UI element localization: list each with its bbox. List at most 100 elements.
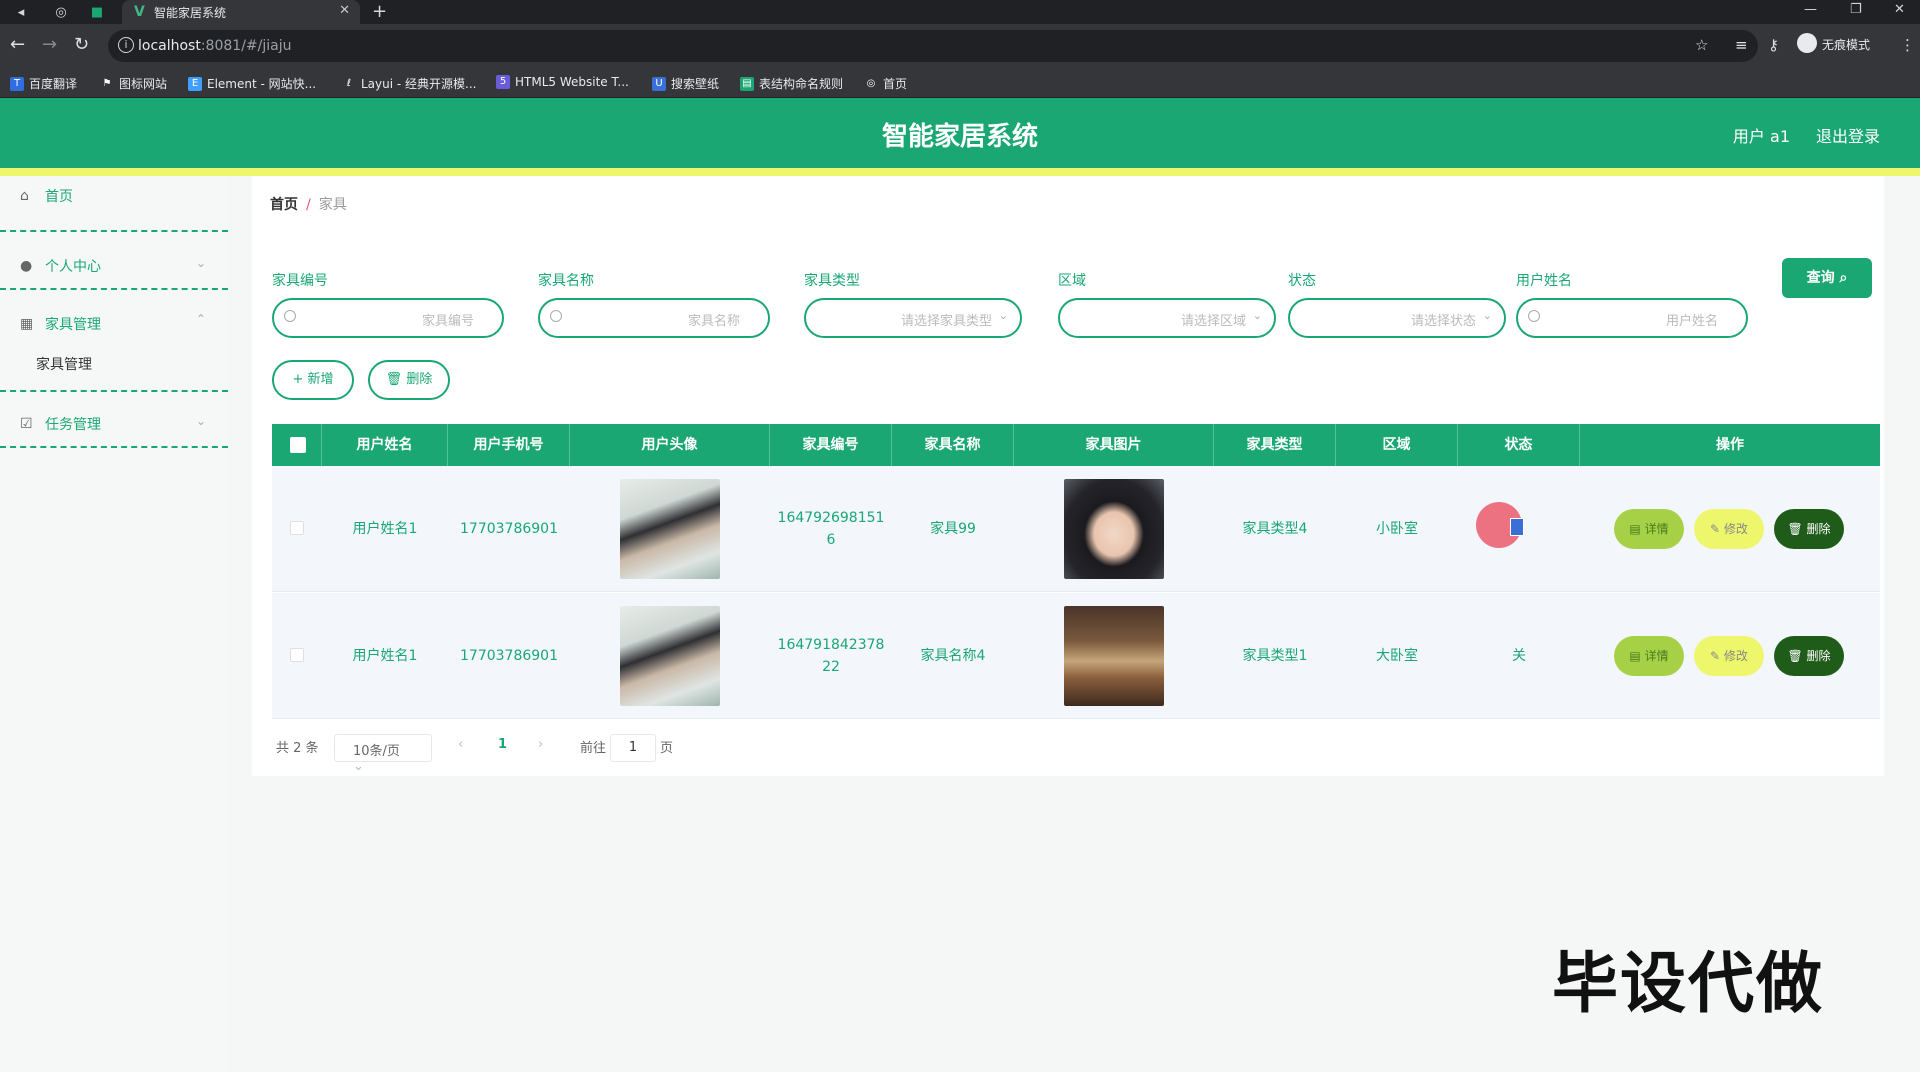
goto-page-input[interactable]: 1 xyxy=(610,734,656,762)
browser-tab-active[interactable]: V 智能家居系统 ✕ xyxy=(122,0,360,24)
vue-icon: V xyxy=(134,4,145,20)
sidebar-item-tasks[interactable]: ☑ 任务管理 ⌄ xyxy=(0,392,228,448)
app-title: 智能家居系统 xyxy=(881,122,1038,152)
row-checkbox[interactable] xyxy=(290,521,304,535)
table-header-cell: 区域 xyxy=(1336,424,1458,466)
bookmark-label: 百度翻译 xyxy=(29,77,78,91)
delete-button[interactable]: 🗑 删除 xyxy=(1774,636,1844,676)
bookmark-item[interactable]: ◎ 首页 xyxy=(864,75,907,92)
tab-title: 智能家居系统 xyxy=(154,6,227,20)
status-select[interactable]: 请选择状态 ⌄ xyxy=(1288,298,1506,338)
detail-button[interactable]: ▤ 详情 xyxy=(1614,509,1684,549)
sidebar-item-label: 任务管理 xyxy=(45,417,101,433)
delete-label: 删除 xyxy=(1806,649,1831,663)
bookmark-item[interactable]: E Element - 网站快... xyxy=(188,75,316,92)
sidebar-subitem-furniture[interactable]: 家具管理 xyxy=(36,354,92,374)
add-button[interactable]: + 新增 xyxy=(272,360,354,400)
chevron-down-icon: ⌄ xyxy=(195,414,206,428)
logout-link[interactable]: 退出登录 xyxy=(1816,123,1880,147)
page-size-select[interactable]: 10条/页 ⌄ xyxy=(334,734,432,774)
bookmark-label: 搜索壁纸 xyxy=(671,77,720,91)
table-header: 用户姓名 用户手机号 用户头像 家具编号 家具名称 家具图片 家具类型 区域 状… xyxy=(272,424,1880,466)
type-select[interactable]: 请选择家具类型 ⌄ xyxy=(804,298,1022,338)
cell-image xyxy=(1014,593,1214,719)
table-header-select xyxy=(272,424,322,466)
cell-image xyxy=(1014,466,1214,592)
cell-user-name: 用户姓名1 xyxy=(352,521,418,537)
close-tab-icon[interactable]: ✕ xyxy=(339,3,350,18)
next-page-icon[interactable]: › xyxy=(538,737,543,752)
reload-icon[interactable]: ↻ xyxy=(74,34,89,55)
new-tab-icon[interactable]: + xyxy=(372,1,387,22)
select-placeholder: 请选择家具类型 xyxy=(900,314,992,329)
detail-label: 详情 xyxy=(1644,522,1669,536)
incognito-icon[interactable] xyxy=(1797,33,1817,53)
search-icon xyxy=(284,310,296,322)
sidebar-item-personal[interactable]: ● 个人中心 ⌄ xyxy=(0,232,228,290)
globe-icon[interactable]: ◎ xyxy=(52,3,70,21)
chevron-down-icon: ⌄ xyxy=(1252,309,1262,322)
cell-name: 家具99 xyxy=(930,521,976,537)
bookmark-item[interactable]: ▤ 表结构命名规则 xyxy=(740,75,843,92)
menu-icon[interactable]: ⋮ xyxy=(1900,36,1915,54)
cell-avatar xyxy=(570,593,770,719)
table-header-cell: 操作 xyxy=(1716,437,1744,453)
info-icon[interactable]: i xyxy=(118,37,134,53)
star-icon[interactable]: ☆ xyxy=(1695,36,1708,54)
bookmark-item[interactable]: 5 HTML5 Website T... xyxy=(496,75,629,89)
close-window-icon[interactable]: ✕ xyxy=(1894,2,1905,17)
sidebar-item-home[interactable]: ⌂ 首页 xyxy=(0,176,228,232)
username-search-input[interactable]: 用户姓名 xyxy=(1516,298,1748,338)
table-header-cell: 用户手机号 xyxy=(448,424,570,466)
cell-type: 家具类型4 xyxy=(1242,521,1308,537)
name-search-input[interactable]: 家具名称 xyxy=(538,298,770,338)
minimize-icon[interactable]: — xyxy=(1804,2,1817,17)
chevron-down-icon: ⌄ xyxy=(998,309,1008,322)
app-icon[interactable]: ■ xyxy=(88,3,106,21)
furniture-image xyxy=(1064,479,1164,579)
delete-label: 删除 xyxy=(1806,522,1831,536)
mute-icon[interactable]: ◂ xyxy=(12,3,30,21)
batch-delete-button[interactable]: 🗑 删除 xyxy=(368,360,450,400)
table-header-cell: 家具类型 xyxy=(1214,424,1336,466)
query-button[interactable]: 查询 ⌕ xyxy=(1782,258,1872,298)
url-field[interactable]: i localhost:8081/#/jiaju xyxy=(108,30,1758,62)
cell-name: 家具名称4 xyxy=(920,648,986,664)
current-user[interactable]: 用户 a1 xyxy=(1733,123,1790,147)
delete-button[interactable]: 🗑 删除 xyxy=(1774,509,1844,549)
bookmarks-bar: T 百度翻译 ⚑ 图标网站 E Element - 网站快... ℓ Layui - 经… xyxy=(0,68,1920,98)
table-header-cell: 用户姓名 xyxy=(322,424,448,466)
detail-button[interactable]: ▤ 详情 xyxy=(1614,636,1684,676)
table-header-cell: 用户头像 xyxy=(570,424,770,466)
restore-icon[interactable]: ❐ xyxy=(1850,2,1862,17)
url-path: :8081/#/jiaju xyxy=(200,38,292,54)
cell-code: 164791842378 22 xyxy=(770,593,892,719)
breadcrumb-home[interactable]: 首页 xyxy=(270,197,298,213)
breadcrumb-separator: / xyxy=(306,197,311,213)
bookmark-item[interactable]: ⚑ 图标网站 xyxy=(100,75,168,92)
cell-type: 家具类型1 xyxy=(1242,648,1308,664)
goto-label: 前往 xyxy=(580,741,607,756)
filter-label-status: 状态 xyxy=(1288,273,1316,289)
bookmark-item[interactable]: T 百度翻译 xyxy=(10,75,77,92)
row-checkbox[interactable] xyxy=(290,648,304,662)
prev-page-icon[interactable]: ‹ xyxy=(458,737,463,752)
bookmark-item[interactable]: U 搜索壁纸 xyxy=(652,75,719,92)
code-search-input[interactable]: 家具编号 xyxy=(272,298,504,338)
back-icon[interactable]: ← xyxy=(10,34,25,55)
cursor-icon xyxy=(1510,518,1524,536)
forward-icon[interactable]: → xyxy=(42,34,57,55)
reading-list-icon[interactable]: ≡ xyxy=(1735,36,1748,54)
table-header-cell: 状态 xyxy=(1458,424,1580,466)
url-host: localhost xyxy=(138,38,201,54)
edit-button[interactable]: ✎ 修改 xyxy=(1694,636,1764,676)
bookmark-item[interactable]: ℓ Layui - 经典开源模... xyxy=(342,75,477,92)
sidebar: ⌂ 首页 ● 个人中心 ⌄ ▦ 家具管理 ⌃ 家具管理 ☑ 任务管理 ⌄ xyxy=(0,176,228,1072)
area-select[interactable]: 请选择区域 ⌄ xyxy=(1058,298,1276,338)
header-accent-line xyxy=(0,168,1920,176)
filter-label-name: 家具名称 xyxy=(538,273,594,289)
key-icon[interactable]: ⚷ xyxy=(1768,36,1779,54)
edit-button[interactable]: ✎ 修改 xyxy=(1694,509,1764,549)
page-number-current[interactable]: 1 xyxy=(498,737,507,752)
sidebar-item-furniture[interactable]: ▦ 家具管理 ⌃ xyxy=(0,290,228,348)
